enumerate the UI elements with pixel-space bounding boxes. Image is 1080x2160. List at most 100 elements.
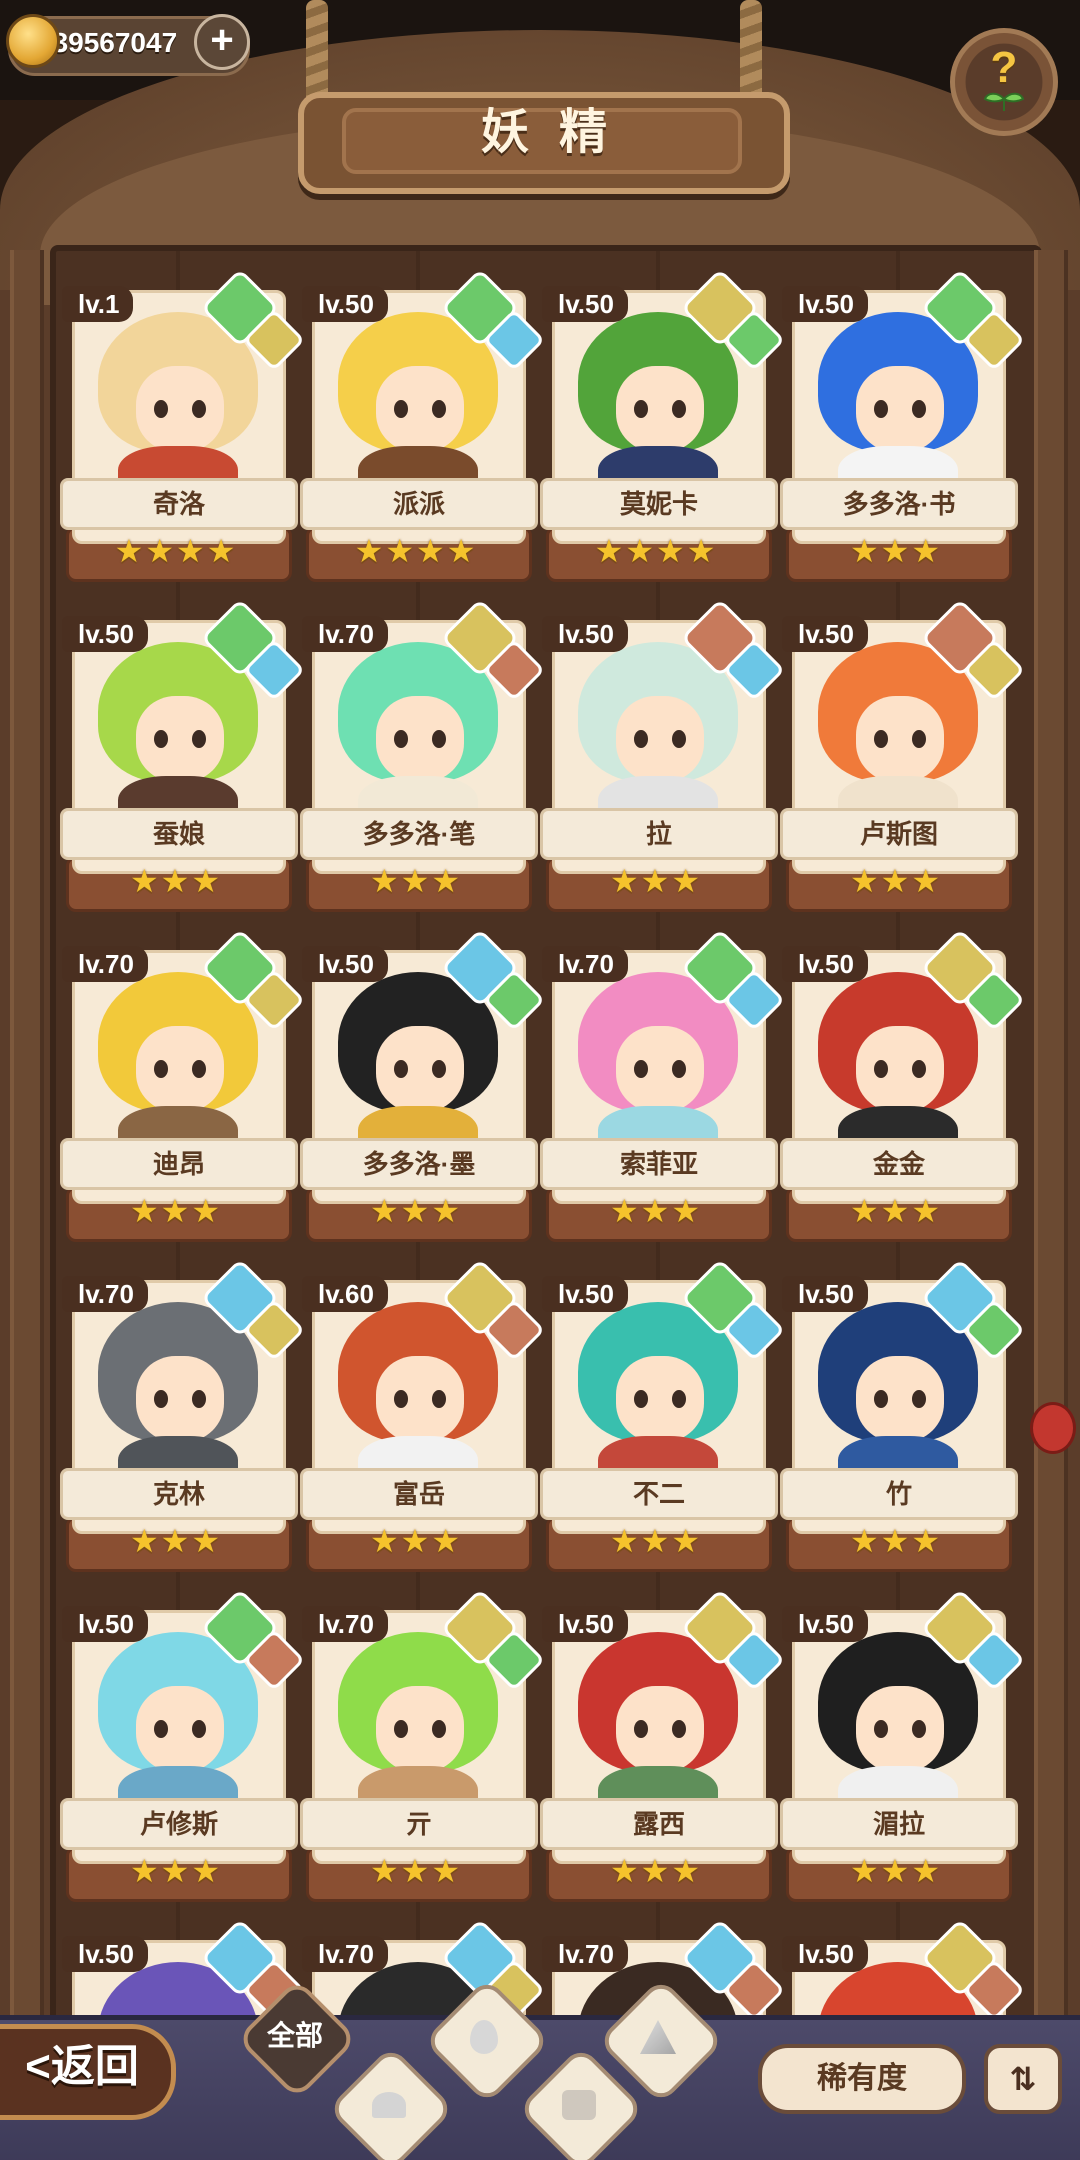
fairy-eye (192, 1390, 206, 1408)
fairy-card[interactable]: lv.50 派派 ★★★★ (300, 268, 546, 586)
name-ribbon: 亓 (300, 1798, 538, 1850)
fairy-name: 奇洛 (152, 489, 205, 519)
fairy-name: 索菲亚 (619, 1149, 698, 1179)
sort-icon: ⇅ (1009, 2061, 1037, 2097)
level-badge: lv.70 (302, 1606, 388, 1642)
title-plaque: 妖精 (298, 92, 790, 194)
fairy-name: 莫妮卡 (619, 489, 698, 519)
fairy-card[interactable]: lv.70 迪昂 ★★★ (60, 928, 306, 1246)
fairy-eye (394, 730, 408, 748)
fairy-face (136, 696, 224, 782)
fairy-body (358, 446, 478, 482)
fairy-card[interactable]: lv.50 卢斯图 ★★★ (780, 598, 1026, 916)
fairy-card[interactable]: lv.60 富岳 ★★★ (300, 1258, 546, 1576)
fairy-card[interactable]: lv.50 多多洛·墨 ★★★ (300, 928, 546, 1246)
fairy-eye (672, 1390, 686, 1408)
fairy-card[interactable]: lv.50 湄拉 ★★★ (780, 1588, 1026, 1906)
fairy-eye (672, 1720, 686, 1738)
star-rating: ★★★ (849, 1193, 943, 1229)
game-screen: 239567047 + ? 妖精 lv.1 奇洛 ★★★★ lv.50 派派 ★★★★ lv… (0, 0, 1080, 2160)
fairy-eye (154, 1060, 168, 1078)
fairy-body (838, 776, 958, 812)
star-rating: ★★★ (129, 1523, 223, 1559)
fairy-body (838, 1436, 958, 1472)
star-rating: ★★★ (609, 1193, 703, 1229)
name-ribbon: 迪昂 (60, 1138, 298, 1190)
fairy-name: 蚕娘 (152, 819, 205, 849)
fairy-card[interactable]: lv.70 多多洛·笔 ★★★ (300, 598, 546, 916)
fairy-card[interactable]: lv.50 拉 ★★★ (540, 598, 786, 916)
fairy-eye (634, 1390, 648, 1408)
sprout-icon (372, 2092, 406, 2118)
fairy-name: 竹 (885, 1479, 912, 1509)
fairy-name: 不二 (632, 1479, 685, 1509)
name-ribbon: 派派 (300, 478, 538, 530)
fairy-eye (394, 1390, 408, 1408)
fairy-body (118, 446, 238, 482)
fairy-card[interactable]: lv.50 卢修斯 ★★★ (60, 1588, 306, 1906)
rarity-sort-button[interactable]: 稀有度 (758, 2044, 966, 2114)
fairy-face (136, 1026, 224, 1112)
name-ribbon: 金金 (780, 1138, 1018, 1190)
name-ribbon: 多多洛·墨 (300, 1138, 538, 1190)
name-ribbon: 卢修斯 (60, 1798, 298, 1850)
fairy-card[interactable]: lv.50 竹 ★★★ (780, 1258, 1026, 1576)
fairy-body (358, 1766, 478, 1802)
fairy-face (856, 1356, 944, 1442)
earth-icon (562, 2090, 596, 2120)
level-badge: lv.70 (62, 946, 148, 982)
fairy-face (856, 1026, 944, 1112)
fairy-card[interactable]: lv.50 不二 ★★★ (540, 1258, 786, 1576)
fairy-card[interactable]: lv.70 索菲亚 ★★★ (540, 928, 786, 1246)
fairy-eye (192, 1060, 206, 1078)
page-title: 妖精 (480, 106, 637, 159)
fairy-eye (394, 1060, 408, 1078)
name-ribbon: 奇洛 (60, 478, 298, 530)
fairy-eye (154, 730, 168, 748)
fairy-body (838, 1766, 958, 1802)
fairy-face (136, 366, 224, 452)
fairy-face (856, 366, 944, 452)
fairy-card[interactable]: lv.50 露西 ★★★ (540, 1588, 786, 1906)
fairy-name: 露西 (632, 1809, 685, 1839)
fairy-body (598, 1106, 718, 1142)
fairy-body (358, 1436, 478, 1472)
name-ribbon: 多多洛·书 (780, 478, 1018, 530)
fairy-body (118, 776, 238, 812)
fairy-eye (634, 1060, 648, 1078)
fairy-eye (394, 400, 408, 418)
name-ribbon: 蚕娘 (60, 808, 298, 860)
fairy-face (856, 696, 944, 782)
fairy-body (598, 446, 718, 482)
star-rating: ★★★ (849, 533, 943, 569)
fairy-body (358, 1106, 478, 1142)
back-button[interactable]: <返回 (0, 2024, 176, 2120)
fairy-card[interactable]: lv.1 奇洛 ★★★★ (60, 268, 306, 586)
fairy-name: 多多洛·书 (842, 489, 956, 519)
fairy-card[interactable]: lv.50 多多洛·书 ★★★ (780, 268, 1026, 586)
fairy-name: 多多洛·笔 (362, 819, 476, 849)
fairy-card[interactable]: lv.50 金金 ★★★ (780, 928, 1026, 1246)
fairy-card[interactable]: lv.70 克林 ★★★ (60, 1258, 306, 1576)
level-badge: lv.50 (302, 286, 388, 322)
name-ribbon: 竹 (780, 1468, 1018, 1520)
ladybug-icon[interactable] (1030, 1402, 1076, 1454)
filter-all-button[interactable]: 全部 (236, 1978, 358, 2100)
fairy-card[interactable]: lv.50 蚕娘 ★★★ (60, 598, 306, 916)
star-rating: ★★★ (849, 1523, 943, 1559)
fairy-card[interactable]: lv.50 莫妮卡 ★★★★ (540, 268, 786, 586)
fairy-card[interactable]: lv.70 亓 ★★★ (300, 1588, 546, 1906)
add-currency-button[interactable]: + (194, 14, 250, 70)
fairy-face (856, 1686, 944, 1772)
level-badge: lv.50 (782, 1606, 868, 1642)
star-rating: ★★★ (129, 863, 223, 899)
fairy-eye (912, 1060, 926, 1078)
fairy-name: 迪昂 (152, 1149, 205, 1179)
water-icon (470, 2020, 498, 2054)
help-button[interactable]: ? (950, 28, 1058, 136)
sort-order-button[interactable]: ⇅ (984, 2044, 1062, 2114)
level-badge: lv.50 (782, 946, 868, 982)
star-rating: ★★★ (369, 1193, 463, 1229)
fairy-body (118, 1436, 238, 1472)
fairy-body (358, 776, 478, 812)
